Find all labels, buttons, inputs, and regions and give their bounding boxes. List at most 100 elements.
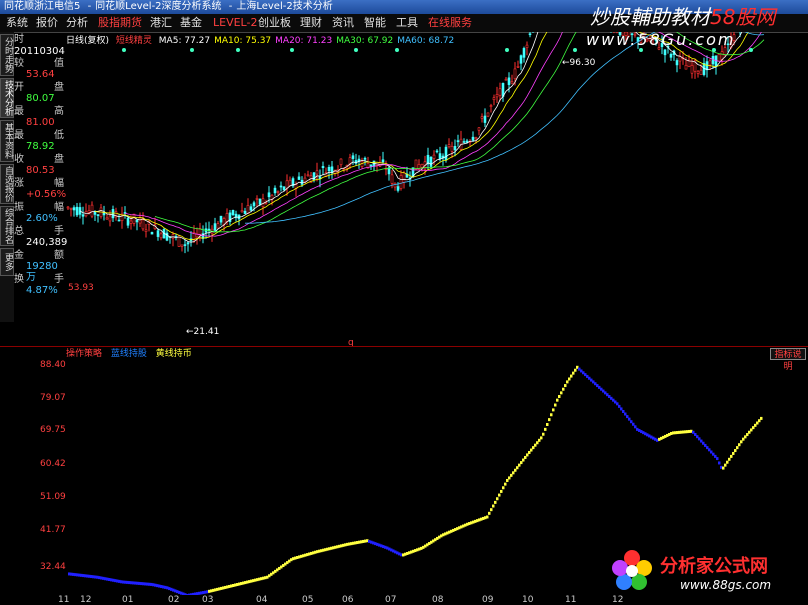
sidebar-tab-0[interactable]: 分时走势 xyxy=(0,34,14,76)
candle-body xyxy=(486,112,490,117)
candle-body xyxy=(480,116,484,119)
flower-logo-icon xyxy=(612,550,652,590)
x-axis-label: 02 xyxy=(168,595,180,605)
candle-body xyxy=(450,146,454,152)
candle-body xyxy=(81,214,85,217)
candle-body xyxy=(696,70,700,74)
menu-item-4[interactable]: 港汇 xyxy=(150,16,172,30)
menu-item-12[interactable]: 在线服务 xyxy=(428,16,472,30)
candle-body xyxy=(105,217,109,220)
candle-body xyxy=(381,159,385,163)
title-segment: 上海Level-2技术分析 xyxy=(236,1,333,12)
indicator-mark xyxy=(556,398,559,402)
candle-body xyxy=(303,177,307,183)
candle-body xyxy=(363,157,367,160)
candle-body xyxy=(87,210,91,213)
title-segment: - xyxy=(228,1,233,12)
price-chart[interactable]: ←96.30←21.4153.9317.29q xyxy=(66,32,808,347)
watermark-58gu: 炒股輔助教材58股网 xyxy=(590,6,775,28)
candle-body xyxy=(369,164,373,167)
candle-body xyxy=(159,233,163,239)
title-segment: 同花顺浙江电信5 xyxy=(4,1,81,12)
info-value: 80.53 xyxy=(26,165,55,176)
info-row: 总手 xyxy=(14,226,66,237)
sidebar-tab-3[interactable]: 自选报价 xyxy=(0,164,14,204)
indicator-mark xyxy=(716,457,719,461)
sidebar-tab-5[interactable]: 更多 xyxy=(0,248,14,276)
menu-item-8[interactable]: 理财 xyxy=(300,16,322,30)
candle-body xyxy=(432,154,436,159)
indicator-mark xyxy=(548,418,551,422)
price-annotation: ←96.30 xyxy=(562,58,596,68)
menu-item-11[interactable]: 工具 xyxy=(396,16,418,30)
indicator-mark xyxy=(518,463,521,467)
info-value: 240,389 xyxy=(26,237,68,248)
sidebar-tab-4[interactable]: 综合排名 xyxy=(0,206,14,246)
menu-item-9[interactable]: 资讯 xyxy=(332,16,354,30)
info-label: 换 xyxy=(14,274,24,285)
info-label: 收 xyxy=(14,154,24,165)
indicator-mark xyxy=(616,402,619,406)
indicator-mark xyxy=(496,497,499,501)
candle-body xyxy=(675,60,679,66)
candle-body xyxy=(117,219,121,222)
menu-item-1[interactable]: 报价 xyxy=(36,16,58,30)
candle-body xyxy=(471,136,475,141)
x-axis-label: 11 xyxy=(58,595,70,605)
info-label: 值 xyxy=(54,58,64,69)
indicator-mark xyxy=(730,454,733,458)
sidebar-tab-2[interactable]: 基本资料 xyxy=(0,120,14,162)
candle-body xyxy=(504,78,508,81)
x-axis-label: 03 xyxy=(202,595,214,605)
menu-item-2[interactable]: 分析 xyxy=(66,16,88,30)
candle-body xyxy=(285,180,289,189)
indicator-mark xyxy=(510,473,513,477)
candle-body xyxy=(462,141,466,143)
indicator-mark xyxy=(488,511,491,515)
indicator-mark xyxy=(542,432,545,436)
signal-dot xyxy=(354,48,358,52)
menu-item-3[interactable]: 股指期货 xyxy=(98,16,142,30)
candle-body xyxy=(699,69,703,75)
candle-body xyxy=(321,166,325,168)
indicator-mark xyxy=(572,371,575,375)
info-header: 时 xyxy=(14,34,66,45)
indicator-name[interactable]: 操作策略 xyxy=(66,349,102,359)
chart-period[interactable]: 日线(复权) xyxy=(66,36,109,46)
indicator-mark xyxy=(550,413,553,417)
indicator-mark xyxy=(564,384,567,388)
y-axis-label: 32.44 xyxy=(40,562,66,572)
x-axis-label: 08 xyxy=(432,595,444,605)
indicator-mark xyxy=(736,446,739,450)
indicator-mark xyxy=(506,478,509,482)
indicator-mark xyxy=(544,427,547,431)
candle-body xyxy=(216,223,220,229)
candle-body xyxy=(279,185,283,188)
candle-body xyxy=(108,215,112,222)
watermark-url: www.58Gu.com xyxy=(586,30,736,49)
candle-body xyxy=(126,217,130,226)
watermark-text: 炒股輔助教材 xyxy=(590,5,710,29)
indicator-help-button[interactable]: 指标说明 xyxy=(770,348,806,372)
indicator-mark xyxy=(504,482,507,486)
candle-body xyxy=(525,44,529,48)
candle-body xyxy=(69,207,73,210)
candle-body xyxy=(489,105,493,107)
menu-item-6[interactable]: LEVEL-2 xyxy=(213,16,257,30)
panel-divider[interactable] xyxy=(0,346,808,347)
x-axis-label: 11 xyxy=(565,595,577,605)
menu-item-7[interactable]: 创业板 xyxy=(258,16,291,30)
info-value-row: 19280万 xyxy=(14,261,66,283)
sidebar-tab-1[interactable]: 技术分析 xyxy=(0,78,14,118)
candle-body xyxy=(717,54,721,62)
indicator-mark xyxy=(486,515,489,519)
candle-body xyxy=(456,140,460,143)
candle-body xyxy=(225,213,229,222)
menu-item-0[interactable]: 系统 xyxy=(6,16,28,30)
info-label: 额 xyxy=(54,250,64,261)
chart-tag[interactable]: 短线精灵 xyxy=(116,36,152,46)
menu-item-5[interactable]: 基金 xyxy=(180,16,202,30)
candle-body xyxy=(288,179,292,187)
menu-item-10[interactable]: 智能 xyxy=(364,16,386,30)
indicator-mark xyxy=(634,425,637,429)
